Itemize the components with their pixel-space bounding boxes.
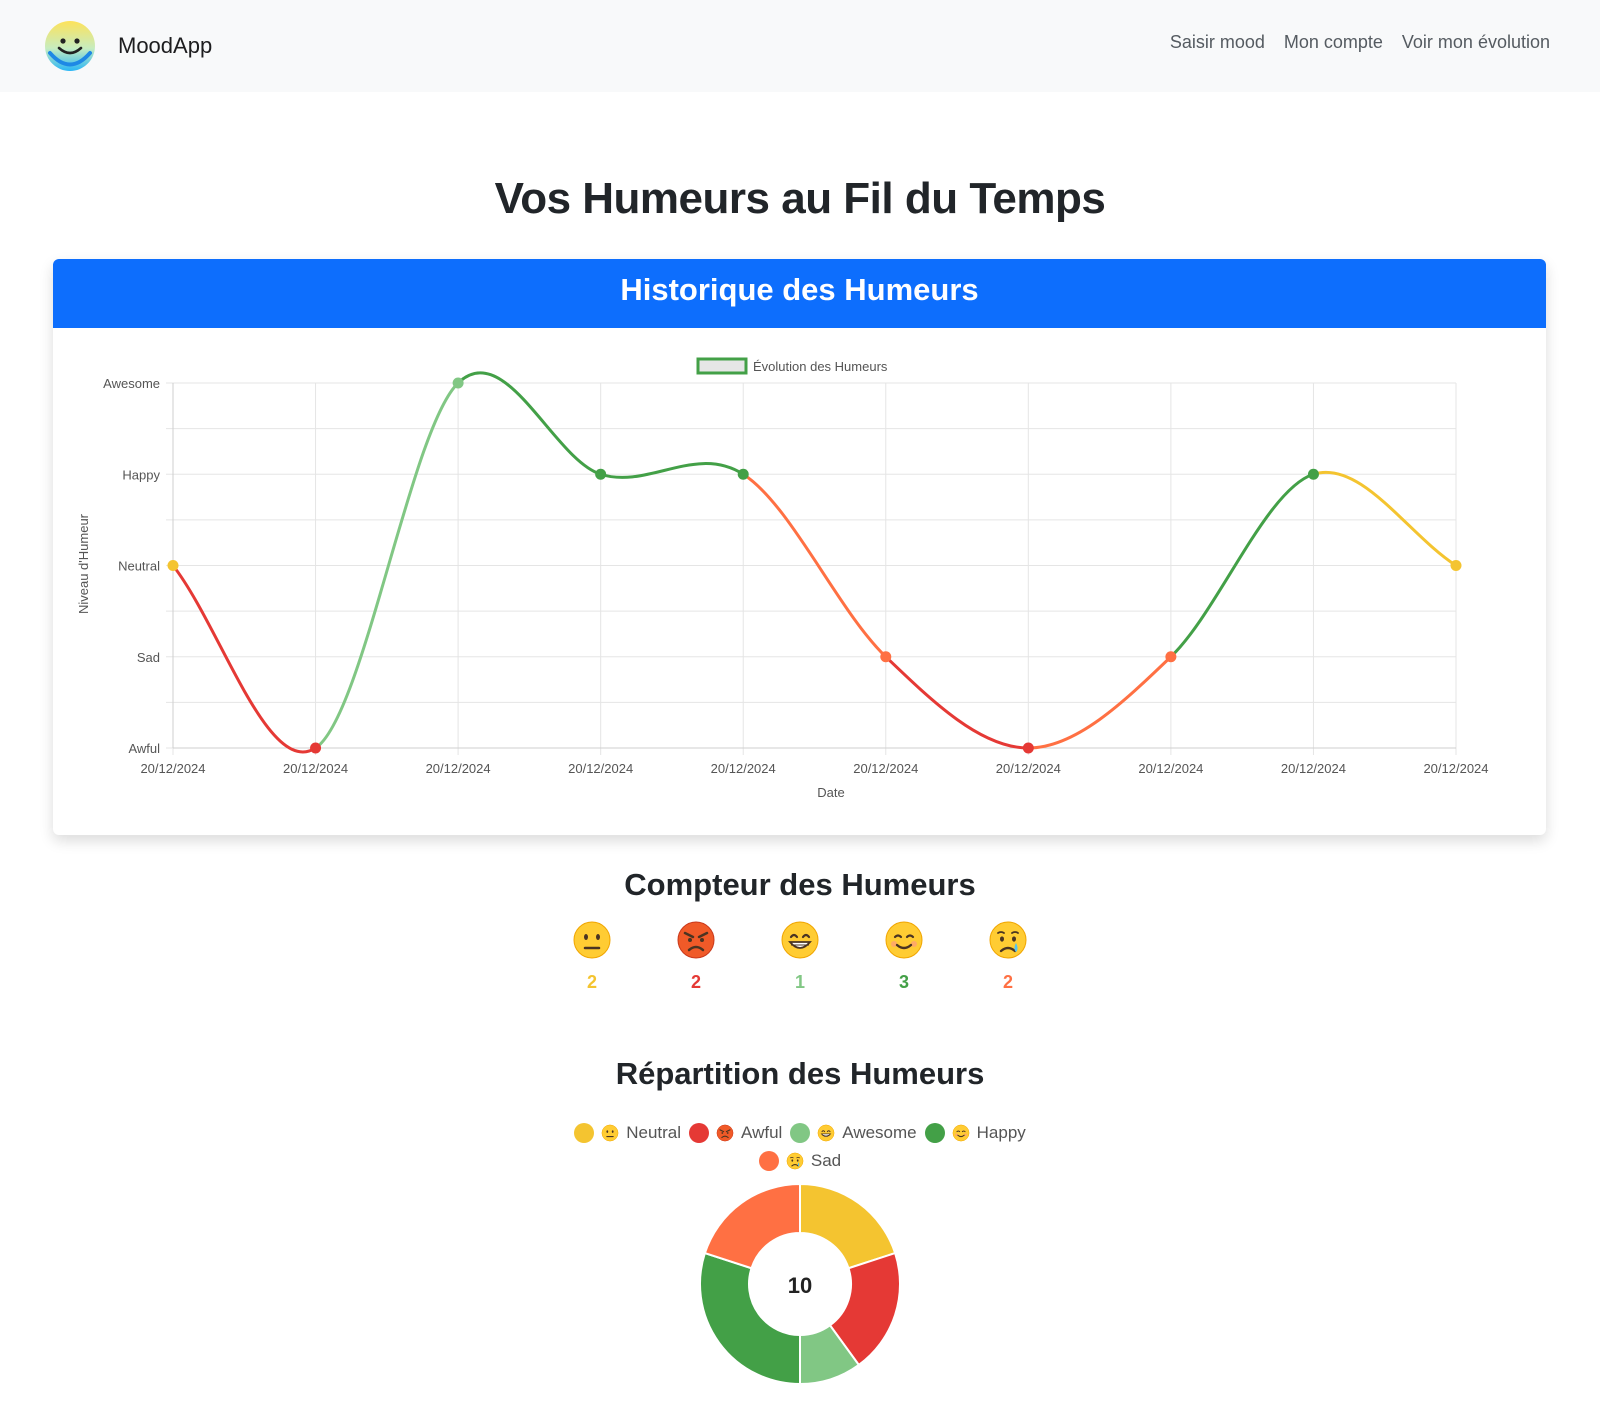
neutral-face-icon: [601, 1124, 619, 1142]
legend-color-dot: [924, 1123, 945, 1143]
y-tick-label: Awful: [128, 741, 160, 756]
counter-value: 2: [1002, 972, 1013, 992]
y-tick-label: Neutral: [118, 559, 160, 574]
series-line-segment: [1312, 470, 1457, 567]
legend-label: Neutral: [626, 1123, 682, 1142]
data-point[interactable]: [1450, 560, 1462, 571]
nav-link-voir-evolution[interactable]: Voir mon évolution: [1402, 32, 1550, 53]
x-tick-label: 20/12/2024: [283, 761, 348, 776]
legend-label: Awful: [741, 1123, 783, 1142]
donut-legend-item[interactable]: Awesome: [790, 1123, 917, 1143]
y-axis-label: Niveau d'Humeur: [76, 513, 91, 614]
counter-value: 1: [794, 972, 805, 992]
counter-item-happy: 3: [881, 920, 927, 993]
x-tick-label: 20/12/2024: [1423, 761, 1488, 776]
data-point[interactable]: [880, 651, 892, 663]
x-tick-label: 20/12/2024: [426, 761, 491, 776]
donut-legend-item[interactable]: Awful: [689, 1123, 782, 1143]
legend-color-dot: [574, 1123, 595, 1143]
navbar: MoodApp Saisir mood Mon compte Voir mon …: [0, 0, 1600, 92]
x-tick-label: 20/12/2024: [996, 761, 1061, 776]
data-point[interactable]: [167, 560, 179, 571]
mood-donut-chart: 10: [699, 1182, 902, 1386]
donut-legend-row-1: Neutral Awful Awesome Happy: [0, 1123, 1600, 1143]
legend-color-dot: [790, 1123, 811, 1143]
data-point[interactable]: [310, 742, 322, 754]
x-tick-label: 20/12/2024: [711, 761, 776, 776]
legend-color-dot: [689, 1123, 710, 1143]
legend-label: Happy: [976, 1123, 1026, 1142]
y-tick-labels: Awful Sad Neutral Happy Awesome: [103, 376, 160, 756]
data-point[interactable]: [1022, 742, 1034, 754]
grin-face-icon: [817, 1124, 835, 1142]
x-tick-label: 20/12/2024: [1281, 761, 1346, 776]
neutral-face-icon: [573, 921, 611, 959]
donut-legend-item[interactable]: Neutral: [574, 1123, 681, 1143]
x-tick-label: 20/12/2024: [1138, 761, 1203, 776]
data-point[interactable]: [595, 468, 607, 480]
legend-label: Évolution des Humeurs: [753, 359, 888, 374]
chart-grid: [166, 382, 1457, 755]
donut-slice[interactable]: [799, 1182, 897, 1270]
mood-counter: 2 2 1 3 2: [0, 920, 1600, 993]
series-line-segment: [457, 371, 602, 476]
donut-legend-item[interactable]: Sad: [758, 1151, 842, 1171]
cry-face-icon: [989, 921, 1027, 959]
counter-value: 3: [898, 972, 909, 992]
angry-face-icon: [716, 1124, 734, 1142]
nav-link-mon-compte[interactable]: Mon compte: [1284, 32, 1383, 53]
legend-label: Sad: [810, 1151, 842, 1170]
data-point[interactable]: [1307, 468, 1319, 480]
donut-center-total: 10: [788, 1273, 812, 1298]
nav-link-saisir-mood[interactable]: Saisir mood: [1170, 32, 1265, 53]
nav-links: Saisir mood Mon compte Voir mon évolutio…: [1170, 32, 1550, 53]
legend-swatch: [696, 357, 748, 375]
legend-color-dot: [758, 1151, 779, 1171]
x-tick-label: 20/12/2024: [853, 761, 918, 776]
cry-face-icon: [786, 1152, 804, 1170]
series-line-segment: [171, 564, 317, 754]
page-title: Vos Humeurs au Fil du Temps: [494, 174, 1106, 223]
smiley-logo-icon: [45, 21, 95, 71]
donut-slice[interactable]: [703, 1182, 801, 1270]
series-line: [171, 371, 1457, 754]
counter-item-sad: 2: [985, 920, 1031, 993]
y-tick-label: Awesome: [103, 376, 160, 391]
series-line-segment: [600, 462, 745, 479]
x-tick-label: 20/12/2024: [568, 761, 633, 776]
mood-line-chart: Évolution des Humeurs Niveau d'Humeur Da…: [76, 357, 1489, 800]
data-point[interactable]: [1165, 651, 1177, 663]
counter-title: Compteur des Humeurs: [624, 867, 976, 902]
data-point[interactable]: [737, 468, 749, 480]
x-tick-label: 20/12/2024: [140, 761, 205, 776]
counter-item-awful: 2: [673, 920, 719, 993]
counter-item-neutral: 2: [569, 920, 615, 993]
legend-label: Awesome: [842, 1123, 917, 1142]
data-point[interactable]: [452, 377, 464, 389]
grin-face-icon: [781, 921, 819, 959]
brand[interactable]: MoodApp: [44, 19, 212, 73]
smile-face-icon: [885, 921, 923, 959]
x-tick-labels: 20/12/2024 20/12/2024 20/12/2024 20/12/2024…: [140, 761, 1488, 776]
counter-item-awesome: 1: [777, 920, 823, 993]
history-card-header: Historique des Humeurs: [53, 259, 1546, 328]
distribution-title: Répartition des Humeurs: [615, 1056, 985, 1091]
y-tick-label: Sad: [137, 650, 160, 665]
donut-slice[interactable]: [699, 1251, 801, 1386]
chart-legend[interactable]: Évolution des Humeurs: [696, 357, 888, 375]
smile-face-icon: [952, 1124, 969, 1142]
angry-face-icon: [677, 921, 715, 959]
x-axis-label: Date: [817, 785, 844, 800]
donut-legend-item[interactable]: Happy: [924, 1123, 1026, 1143]
y-tick-label: Happy: [122, 467, 160, 482]
counter-value: 2: [586, 972, 597, 992]
history-card: Historique des Humeurs Évolution des Hum…: [53, 259, 1546, 835]
counter-value: 2: [690, 972, 701, 992]
brand-name: MoodApp: [118, 33, 213, 58]
donut-legend-row-2: Sad: [0, 1151, 1600, 1171]
